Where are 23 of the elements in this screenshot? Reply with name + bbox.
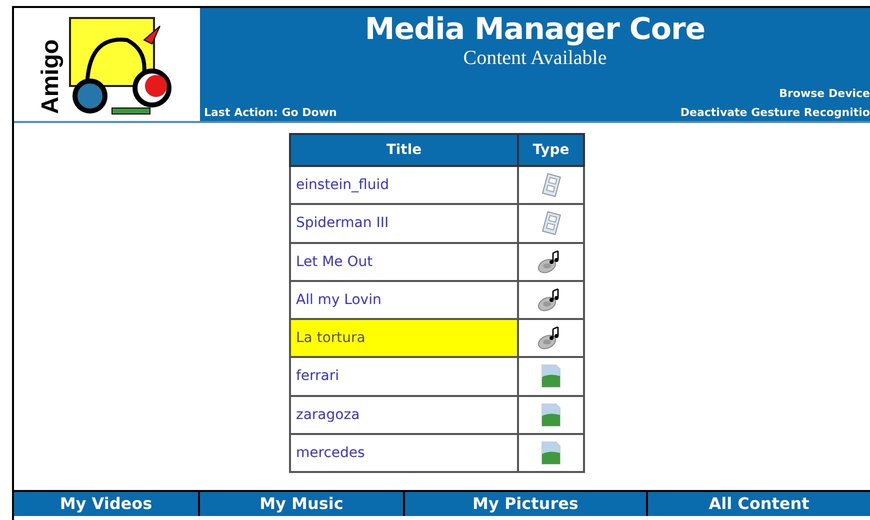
media-title-cell[interactable]: ferrari xyxy=(290,357,518,396)
header-link[interactable]: Deactivate Gesture Recognitio xyxy=(680,106,870,119)
media-title-cell[interactable]: La tortura xyxy=(290,319,518,358)
image-file-icon xyxy=(540,364,562,388)
logo: Amigo xyxy=(32,10,182,120)
status-subtitle: Content Available xyxy=(462,47,608,70)
nav-tab[interactable]: My Videos xyxy=(14,492,200,516)
nav-tab[interactable]: All Content xyxy=(648,492,870,516)
media-title-cell[interactable]: All my Lovin xyxy=(290,280,518,319)
media-title-cell[interactable]: Let Me Out xyxy=(290,242,518,281)
column-header: Type xyxy=(518,134,584,166)
app-title: Media Manager Core xyxy=(364,12,706,47)
media-title-cell[interactable]: mercedes xyxy=(290,434,518,472)
column-header: Title xyxy=(290,134,518,166)
nav-tab[interactable]: My Music xyxy=(200,492,405,516)
header-link[interactable]: Browse Device xyxy=(779,87,870,100)
nav-tab[interactable]: My Pictures xyxy=(405,492,648,516)
image-file-icon xyxy=(540,440,562,465)
media-title-cell[interactable]: zaragoza xyxy=(290,396,518,434)
last-action-label: Last Action: Go Down xyxy=(204,106,337,119)
image-file-icon xyxy=(540,402,562,427)
media-title-cell[interactable]: einstein_fluid xyxy=(290,166,518,204)
media-title-cell[interactable]: Spiderman III xyxy=(290,204,518,242)
